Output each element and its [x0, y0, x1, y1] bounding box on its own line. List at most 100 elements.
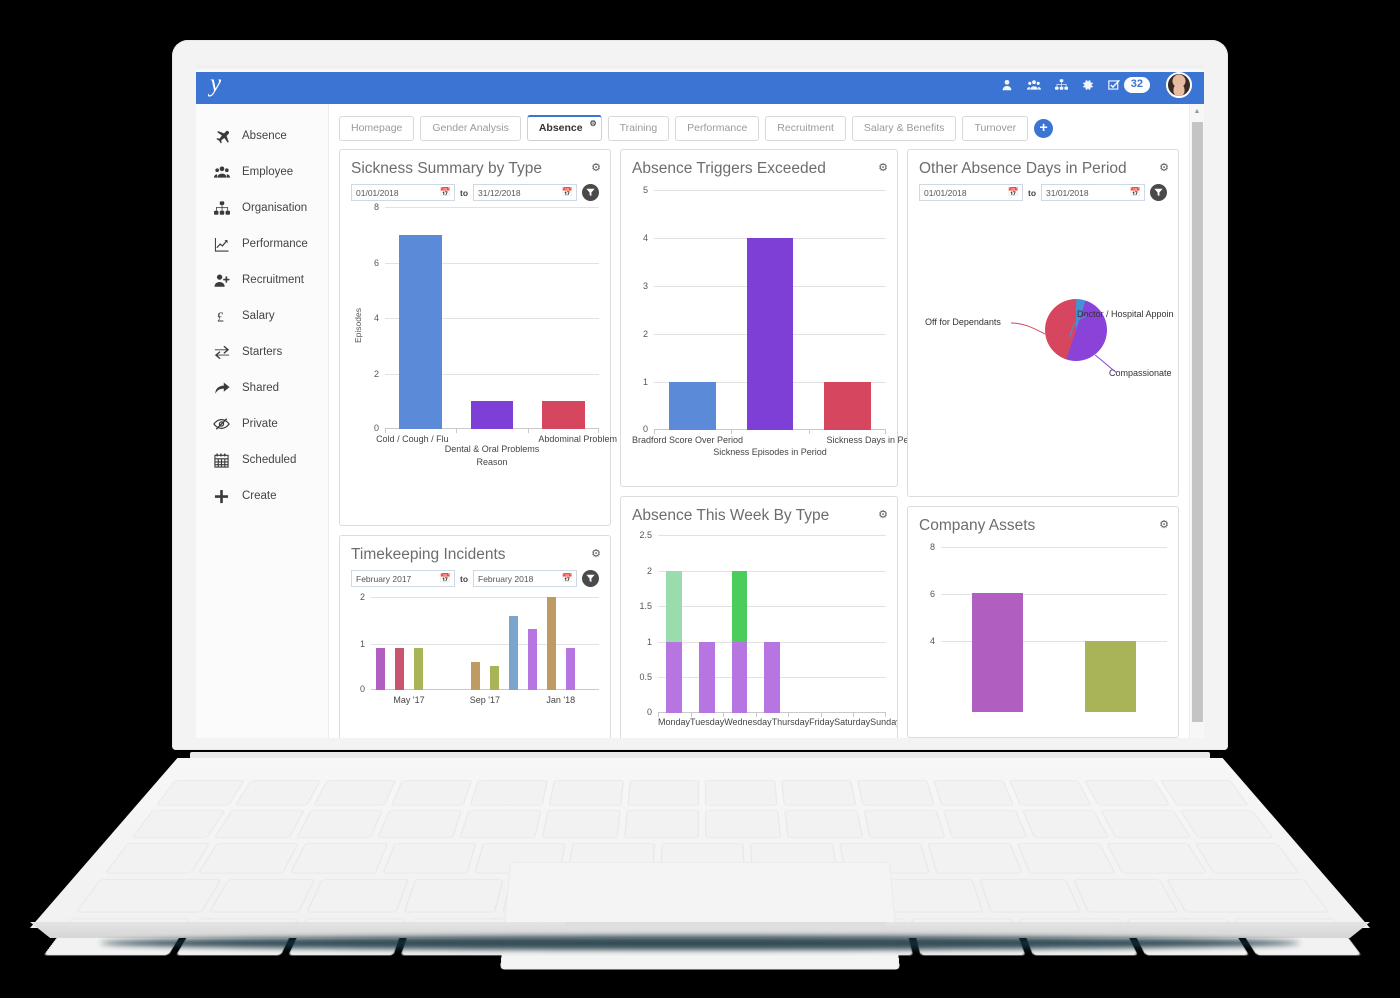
card-timekeeping-incidents: Timekeeping Incidents ⚙ February 2017 📅 …	[339, 535, 611, 738]
x-tick-label: Cold / Cough / Flu	[371, 434, 454, 444]
filter-button[interactable]	[1150, 184, 1167, 201]
scroll-up-arrow[interactable]: ▲	[1190, 104, 1204, 119]
bar[interactable]	[471, 401, 514, 429]
bar[interactable]	[747, 238, 793, 430]
bar[interactable]	[1085, 641, 1136, 712]
sidebar-item-recruitment[interactable]: Recruitment	[196, 262, 328, 298]
gear-icon[interactable]: ⚙	[591, 161, 601, 174]
calendar-icon[interactable]: 📅	[440, 187, 451, 198]
date-to-label: to	[1028, 188, 1036, 198]
gear-icon[interactable]: ⚙	[591, 547, 601, 560]
chart-sickness-summary: Episodes 8 6 4 2 0 Cold / Cough / Flu Ab…	[351, 207, 599, 467]
stacked-bar[interactable]	[732, 571, 748, 713]
org-chart-icon[interactable]	[1055, 79, 1068, 91]
dashboard-column-1: Sickness Summary by Type ⚙ 01/01/2018 📅 …	[339, 149, 611, 738]
person-icon[interactable]	[1001, 79, 1013, 91]
bar[interactable]	[395, 648, 405, 690]
bar[interactable]	[509, 616, 519, 690]
gear-icon[interactable]: ⚙	[878, 508, 888, 521]
bar[interactable]	[669, 382, 715, 430]
chart-absence-triggers: 5 4 3 2 1 0 Bradford Score Over Period S…	[632, 184, 886, 457]
sidebar-item-performance[interactable]: Performance	[196, 226, 328, 262]
bar[interactable]	[542, 401, 585, 429]
bar-group	[371, 593, 599, 690]
stacked-bar[interactable]	[764, 642, 780, 713]
tab-recruitment[interactable]: Recruitment	[765, 116, 846, 141]
sidebar-item-salary[interactable]: £ Salary	[196, 298, 328, 334]
date-to-input[interactable]: February 2018 📅	[473, 570, 577, 587]
bar[interactable]	[490, 666, 500, 690]
date-from-input[interactable]: February 2017 📅	[351, 570, 455, 587]
x-tick-label: Monday	[658, 717, 690, 727]
x-axis-labels: Monday Tuesday Wednesday Thursday Friday…	[658, 713, 886, 727]
tab-salary-benefits[interactable]: Salary & Benefits	[852, 116, 957, 141]
date-from-input[interactable]: 01/01/2018 📅	[919, 184, 1023, 201]
stacked-bar[interactable]	[699, 642, 715, 713]
sidebar-item-label: Employee	[242, 166, 293, 178]
bar[interactable]	[471, 662, 481, 690]
tab-performance[interactable]: Performance	[675, 116, 759, 141]
sidebar-item-create[interactable]: Create	[196, 478, 328, 514]
avatar[interactable]	[1166, 72, 1192, 98]
calendar-icon[interactable]: 📅	[562, 187, 573, 198]
bar[interactable]	[376, 648, 386, 690]
bar[interactable]	[528, 629, 538, 690]
bar[interactable]	[566, 648, 576, 690]
gear-icon[interactable]: ⚙	[1159, 161, 1169, 174]
calendar-icon[interactable]: 📅	[440, 573, 451, 584]
calendar-icon[interactable]: 📅	[562, 573, 573, 584]
sidebar-item-absence[interactable]: Absence	[196, 118, 328, 154]
x-tick-label	[743, 435, 826, 445]
gear-icon[interactable]	[1082, 79, 1094, 91]
card-company-assets: Company Assets ⚙ 8 6 4	[907, 506, 1179, 738]
sidebar-item-label: Performance	[242, 238, 308, 250]
filter-button[interactable]	[582, 184, 599, 201]
bar[interactable]	[399, 235, 442, 429]
y-tick-label: 2	[647, 566, 658, 576]
bar[interactable]	[414, 648, 424, 690]
tab-training[interactable]: Training	[608, 116, 670, 141]
filter-button[interactable]	[582, 570, 599, 587]
calendar-icon	[212, 453, 231, 468]
chart-timekeeping-incidents: 2 1 0 May '17 Sep '17 Jan '18	[351, 593, 599, 705]
date-to-input[interactable]: 31/12/2018 📅	[473, 184, 577, 201]
dashboard-column-2: Absence Triggers Exceeded ⚙ 5 4 3 2 1 0 …	[620, 149, 898, 738]
tasks-count-badge[interactable]: 32	[1124, 77, 1150, 93]
people-icon	[212, 165, 231, 179]
sidebar-item-private[interactable]: Private	[196, 406, 328, 442]
bar[interactable]	[547, 597, 557, 690]
tab-absence[interactable]: Absence ⚙	[527, 115, 602, 141]
vertical-scrollbar[interactable]: ▲	[1189, 104, 1204, 738]
tasks-icon[interactable]	[1108, 79, 1121, 91]
stacked-bar[interactable]	[666, 571, 682, 713]
gear-icon[interactable]: ⚙	[878, 161, 888, 174]
sidebar-item-starters[interactable]: Starters	[196, 334, 328, 370]
date-from-input[interactable]: 01/01/2018 📅	[351, 184, 455, 201]
x-tick-label-secondary: Sickness Episodes in Period	[654, 445, 886, 457]
add-tab-button[interactable]: +	[1034, 119, 1053, 138]
bar[interactable]	[824, 382, 870, 430]
tab-homepage[interactable]: Homepage	[339, 116, 414, 141]
scrollbar-thumb[interactable]	[1192, 122, 1203, 722]
app-logo[interactable]: y	[210, 71, 222, 99]
bar[interactable]	[972, 593, 1023, 712]
gear-icon[interactable]: ⚙	[1159, 518, 1169, 531]
y-tick-label: 4	[643, 233, 654, 243]
funnel-icon	[586, 574, 595, 583]
tab-turnover[interactable]: Turnover	[962, 116, 1028, 141]
sidebar-item-shared[interactable]: Shared	[196, 370, 328, 406]
date-to-input[interactable]: 31/01/2018 📅	[1041, 184, 1145, 201]
date-from-value: February 2017	[356, 574, 411, 584]
share-arrow-icon	[212, 381, 231, 395]
sidebar-item-organisation[interactable]: Organisation	[196, 190, 328, 226]
calendar-icon[interactable]: 📅	[1008, 187, 1019, 198]
x-axis-labels: Bradford Score Over Period Sickness Days…	[654, 430, 886, 445]
pie-slice-label: Off for Dependants	[925, 317, 1001, 327]
gear-icon[interactable]: ⚙	[589, 119, 596, 128]
sidebar-item-employee[interactable]: Employee	[196, 154, 328, 190]
calendar-icon[interactable]: 📅	[1130, 187, 1141, 198]
sidebar-item-scheduled[interactable]: Scheduled	[196, 442, 328, 478]
tasks-badge-group[interactable]: 32	[1108, 77, 1150, 93]
tab-gender-analysis[interactable]: Gender Analysis	[420, 116, 520, 141]
people-icon[interactable]	[1027, 79, 1041, 91]
